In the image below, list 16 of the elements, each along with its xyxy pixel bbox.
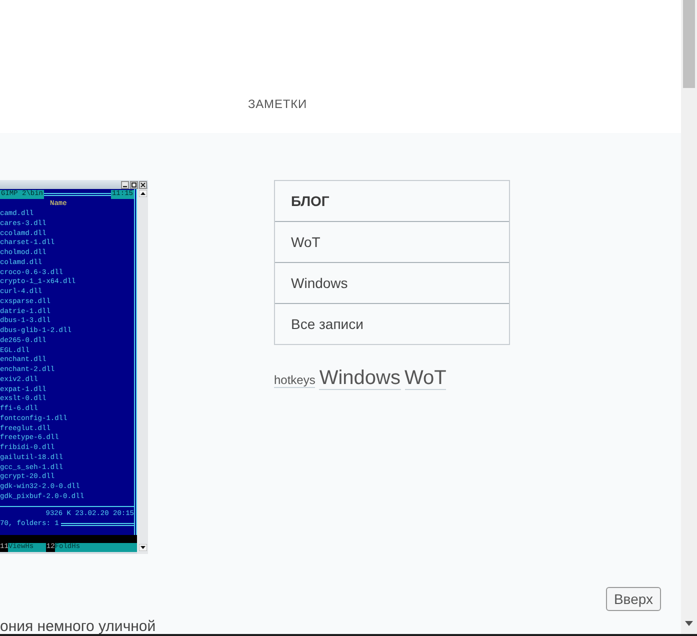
back-to-top-button[interactable]: Вверх <box>606 587 661 611</box>
tag-link[interactable]: hotkeys <box>274 374 316 388</box>
sidebar-link[interactable]: Все записи <box>291 316 364 332</box>
sidebar-heading: БЛОГ <box>291 193 330 209</box>
scrollbar-thumb[interactable] <box>683 0 695 88</box>
paragraph-text: ония немного уличной <box>0 620 156 634</box>
down-arrow-icon <box>138 544 146 551</box>
up-arrow-icon <box>138 190 146 197</box>
sidebar-link[interactable]: Windows <box>291 275 348 291</box>
tag-link[interactable]: WoT <box>404 367 446 390</box>
scroll-down-icon[interactable] <box>685 621 693 626</box>
tag-link[interactable]: Windows <box>319 367 400 390</box>
minimize-icon <box>121 180 129 188</box>
scrollbar[interactable] <box>681 0 697 634</box>
sidebar-link[interactable]: WoT <box>291 234 320 250</box>
nav-link[interactable]: ЗАМЕТКИ <box>248 97 307 111</box>
